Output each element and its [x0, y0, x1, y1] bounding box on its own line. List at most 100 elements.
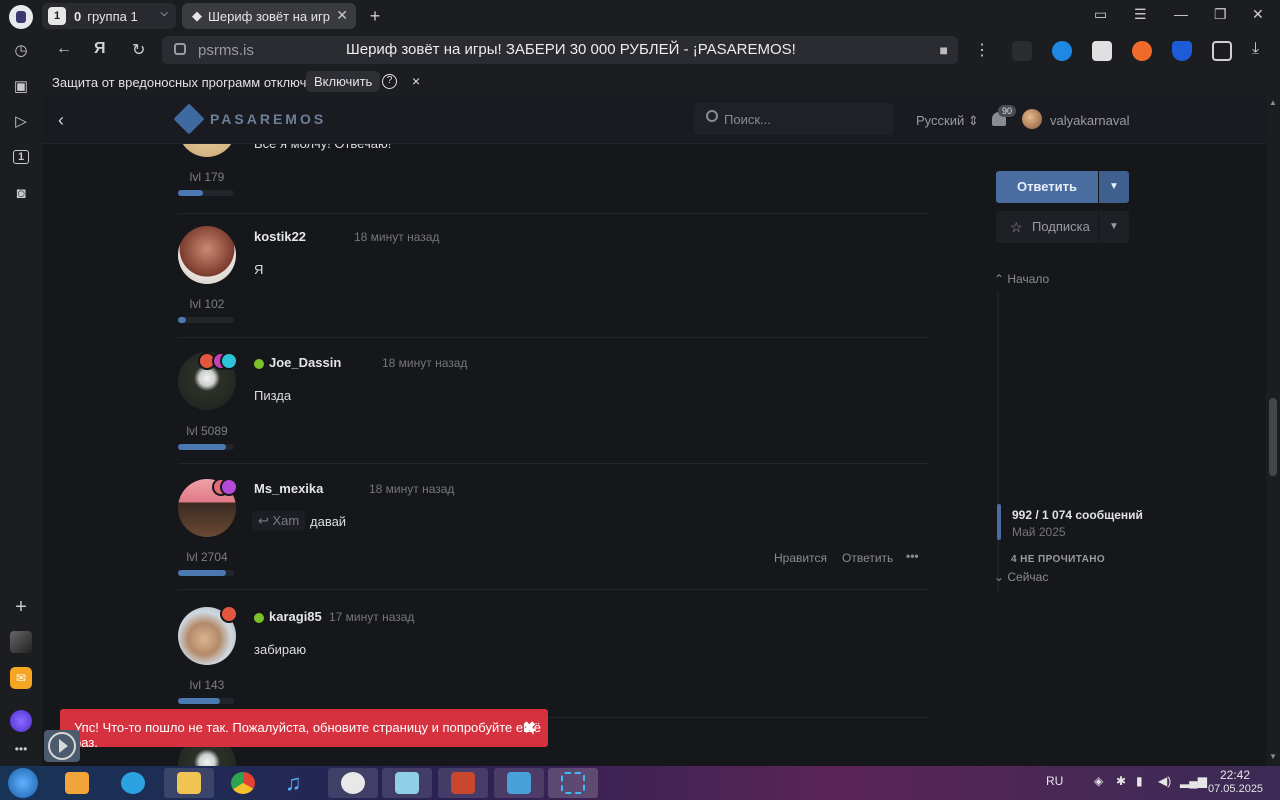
collections-icon[interactable]: ▣	[10, 75, 32, 97]
video-icon[interactable]: ▷	[10, 110, 32, 132]
post-author[interactable]: kostik22	[254, 229, 306, 244]
alice-assistant-icon[interactable]	[10, 710, 32, 732]
level-progress-fill	[178, 570, 226, 576]
start-button-icon[interactable]	[8, 768, 38, 798]
username[interactable]: valyakarnaval	[1050, 113, 1130, 128]
taskbar-yandex-browser[interactable]	[328, 768, 378, 798]
language-selector[interactable]: Русский ⇕	[916, 113, 979, 129]
volume-tray-icon[interactable]: ◀)	[1158, 774, 1171, 788]
achievement-badge-icon	[220, 478, 238, 496]
power-tray-icon[interactable]: ▮	[1136, 774, 1143, 788]
close-tab-icon[interactable]: ✕	[336, 7, 348, 24]
scroll-down-icon[interactable]: ▼	[1269, 752, 1277, 761]
subscribe-dropdown-icon[interactable]: ▼	[1099, 211, 1129, 243]
yandex-browser-icon	[341, 772, 365, 794]
browser-profile-icon[interactable]	[9, 5, 33, 29]
back-icon[interactable]: ←	[56, 40, 72, 58]
help-icon[interactable]: ?	[382, 74, 397, 89]
new-tab-button[interactable]: +	[364, 5, 386, 27]
close-toast-icon[interactable]: ✖	[523, 718, 536, 738]
yandex-icon[interactable]: Я	[94, 40, 106, 58]
user-avatar[interactable]	[1022, 109, 1042, 129]
security-tray-icon[interactable]: ◈	[1094, 774, 1103, 788]
shazam-icon[interactable]	[1052, 41, 1072, 61]
extensions-icon[interactable]	[1212, 41, 1232, 61]
post-author[interactable]: Joe_Dassin	[269, 355, 341, 370]
taskbar-chrome[interactable]	[218, 768, 268, 798]
url-field[interactable]: psrms.is Шериф зовёт на игры! ЗАБЕРИ 30 …	[162, 36, 958, 64]
page-scrollbar[interactable]: ▲ ▼	[1266, 96, 1280, 766]
taskbar-game[interactable]	[438, 768, 488, 798]
reload-icon[interactable]: ↻	[132, 40, 145, 60]
scrollbar-thumb[interactable]	[1269, 398, 1277, 476]
post-author[interactable]: Ms_mexika	[254, 481, 323, 496]
avatar[interactable]	[178, 226, 236, 284]
post-text: Пизда	[254, 388, 292, 403]
post-time[interactable]: 18 минут назад	[369, 482, 454, 496]
reply-button[interactable]: Ответить	[842, 551, 893, 565]
close-window-icon[interactable]: ✕	[1252, 6, 1264, 23]
reply-topic-button[interactable]: Ответить	[996, 171, 1098, 203]
notification-count: 90	[998, 105, 1017, 117]
qr-code-icon[interactable]	[1092, 41, 1112, 61]
subscribe-button[interactable]: ☆ Подписка	[996, 211, 1098, 243]
timeline-now-link[interactable]: ⌄ Сейчас	[994, 570, 1048, 584]
taskbar-snipping-tool[interactable]	[548, 768, 598, 798]
reply-arrow-icon: ↩	[258, 513, 273, 528]
post-time[interactable]: 18 минут назад	[382, 356, 467, 370]
taskbar-explorer[interactable]	[164, 768, 214, 798]
more-actions-icon[interactable]: •••	[906, 549, 919, 563]
search-input[interactable]: Поиск...	[694, 103, 894, 135]
media-player-widget[interactable]	[44, 730, 80, 762]
taskbar-telegram[interactable]	[108, 768, 158, 798]
taskbar-remote-desktop[interactable]	[494, 768, 544, 798]
clock-date[interactable]: 07.05.2025	[1208, 783, 1263, 795]
add-panel-icon[interactable]: +	[10, 596, 32, 618]
chevron-down-icon[interactable]: ⌵	[160, 8, 168, 19]
timeline-unread-link[interactable]: 4 НЕ ПРОЧИТАНО	[1011, 554, 1105, 565]
more-icon[interactable]: •••	[10, 738, 32, 760]
shield-icon[interactable]	[1172, 41, 1192, 61]
network-tray-icon[interactable]: ▂▄▆	[1180, 774, 1207, 788]
minimize-icon[interactable]: —	[1174, 6, 1188, 22]
screenshot-icon[interactable]: ◙	[10, 182, 32, 204]
reply-dropdown-icon[interactable]: ▼	[1099, 171, 1129, 203]
taskbar-media-player[interactable]	[52, 768, 102, 798]
post: Ms_mexika 18 минут назад ↩ Xam давай lvl…	[178, 464, 928, 590]
post-time[interactable]: 18 минут назад	[354, 230, 439, 244]
app-thumbnail-icon[interactable]	[10, 631, 32, 653]
bookmark-icon[interactable]: ■	[940, 42, 948, 58]
active-tab[interactable]: ◆ Шериф зовёт на игр ✕	[182, 3, 356, 29]
download-icon[interactable]: ⤓	[1252, 40, 1259, 58]
input-language[interactable]: RU	[1046, 774, 1063, 788]
history-icon[interactable]: ◷	[10, 39, 32, 61]
tab-group[interactable]: 1 0 группа 1 ⌵	[42, 3, 176, 29]
post-time[interactable]: 17 минут назад	[329, 610, 414, 624]
timeline-now-label: Сейчас	[1007, 570, 1049, 584]
mail-icon[interactable]: ✉	[10, 667, 32, 689]
clock-time[interactable]: 22:42	[1220, 768, 1250, 782]
telegram-icon	[121, 772, 145, 794]
scroll-up-icon[interactable]: ▲	[1269, 98, 1277, 107]
no-tracking-icon[interactable]	[1012, 41, 1032, 61]
bluetooth-tray-icon[interactable]: ✱	[1116, 774, 1126, 788]
timeline-track[interactable]	[997, 292, 999, 592]
bookmarks-panel-icon[interactable]: ▭	[1094, 6, 1107, 23]
timeline-marker[interactable]	[997, 504, 1001, 540]
menu-icon[interactable]: ☰	[1134, 6, 1147, 23]
tab-number-icon[interactable]: 1	[10, 146, 32, 168]
timeline-start-link[interactable]: ⌃ Начало	[994, 272, 1049, 286]
back-chevron-icon[interactable]: ‹	[58, 110, 64, 131]
restore-icon[interactable]: ❐	[1214, 6, 1227, 23]
achievement-badge-icon	[220, 605, 238, 623]
close-warning-icon[interactable]: ×	[412, 73, 420, 89]
taskbar-notes[interactable]	[382, 768, 432, 798]
site-logo[interactable]: PASAREMOS	[173, 103, 326, 135]
enable-protection-button[interactable]: Включить	[306, 71, 381, 92]
fire-icon[interactable]	[1132, 41, 1152, 61]
post-author[interactable]: karagi85	[269, 609, 322, 624]
more-vertical-icon[interactable]: ⋮	[974, 40, 990, 60]
like-button[interactable]: Нравится	[774, 551, 827, 565]
quote-reference[interactable]: ↩ Xam	[252, 511, 306, 531]
taskbar-music[interactable]: ♫	[272, 768, 322, 798]
